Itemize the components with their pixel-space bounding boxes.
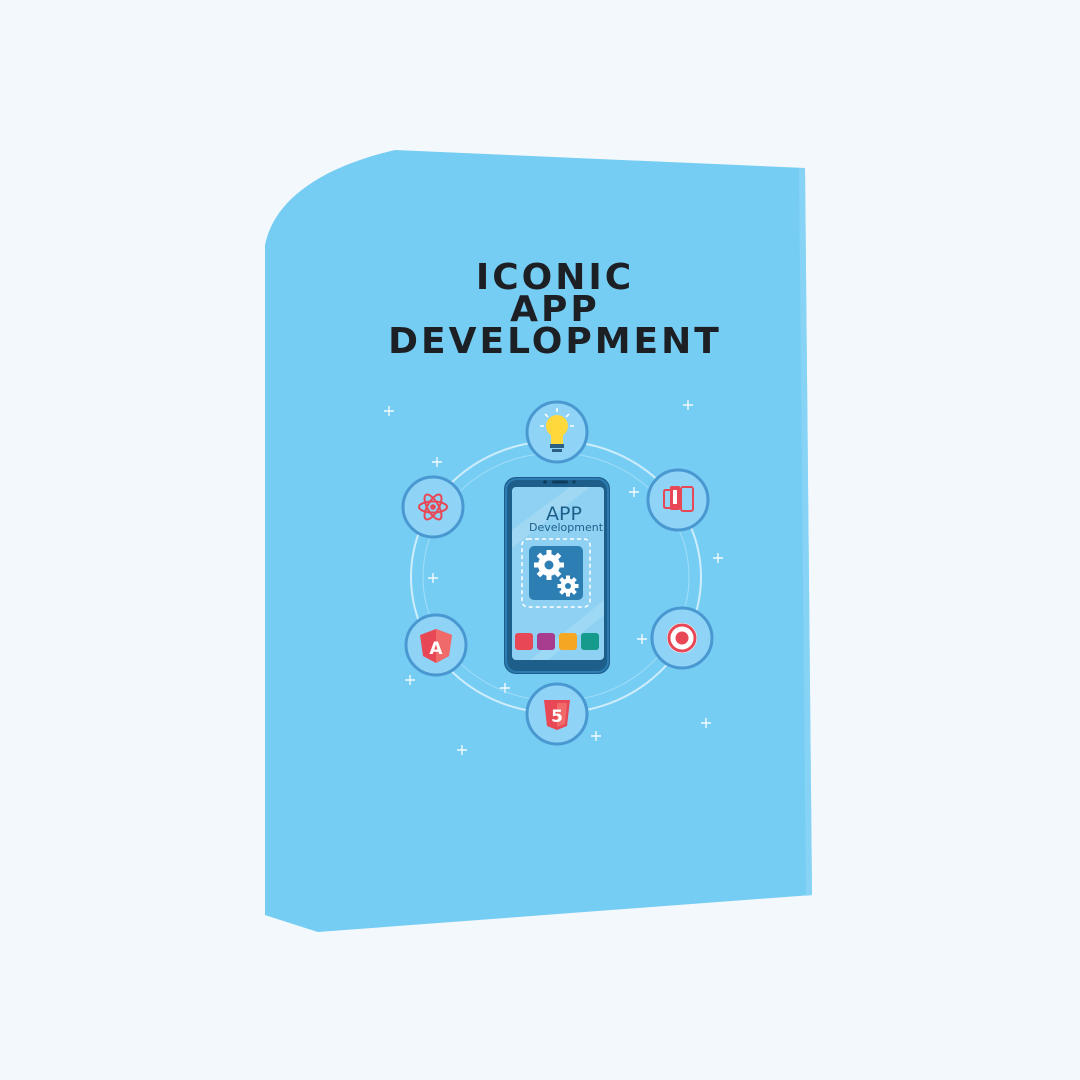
title-line-3: DEVELOPMENT xyxy=(388,321,722,362)
react-icon xyxy=(401,475,465,539)
angular-icon: A xyxy=(404,613,468,677)
smartphone-illustration: APP Development xyxy=(504,477,610,674)
software-box: 5 A APP Development xyxy=(265,150,812,932)
html5-icon: 5 xyxy=(525,682,589,746)
mobile-devices-icon xyxy=(646,468,710,532)
svg-text:A: A xyxy=(429,639,443,659)
svg-text:5: 5 xyxy=(551,707,563,727)
product-title: ICONIC APP DEVELOPMENT xyxy=(340,260,770,362)
product-box-image: 5 A APP Development ICONIC APP DEVELOPME… xyxy=(0,0,1080,1080)
gear-icon xyxy=(534,550,564,580)
lightbulb-icon xyxy=(525,400,589,464)
phone-label-development: Development xyxy=(529,521,604,534)
ionic-icon xyxy=(650,606,714,670)
small-gear-icon xyxy=(557,575,579,597)
